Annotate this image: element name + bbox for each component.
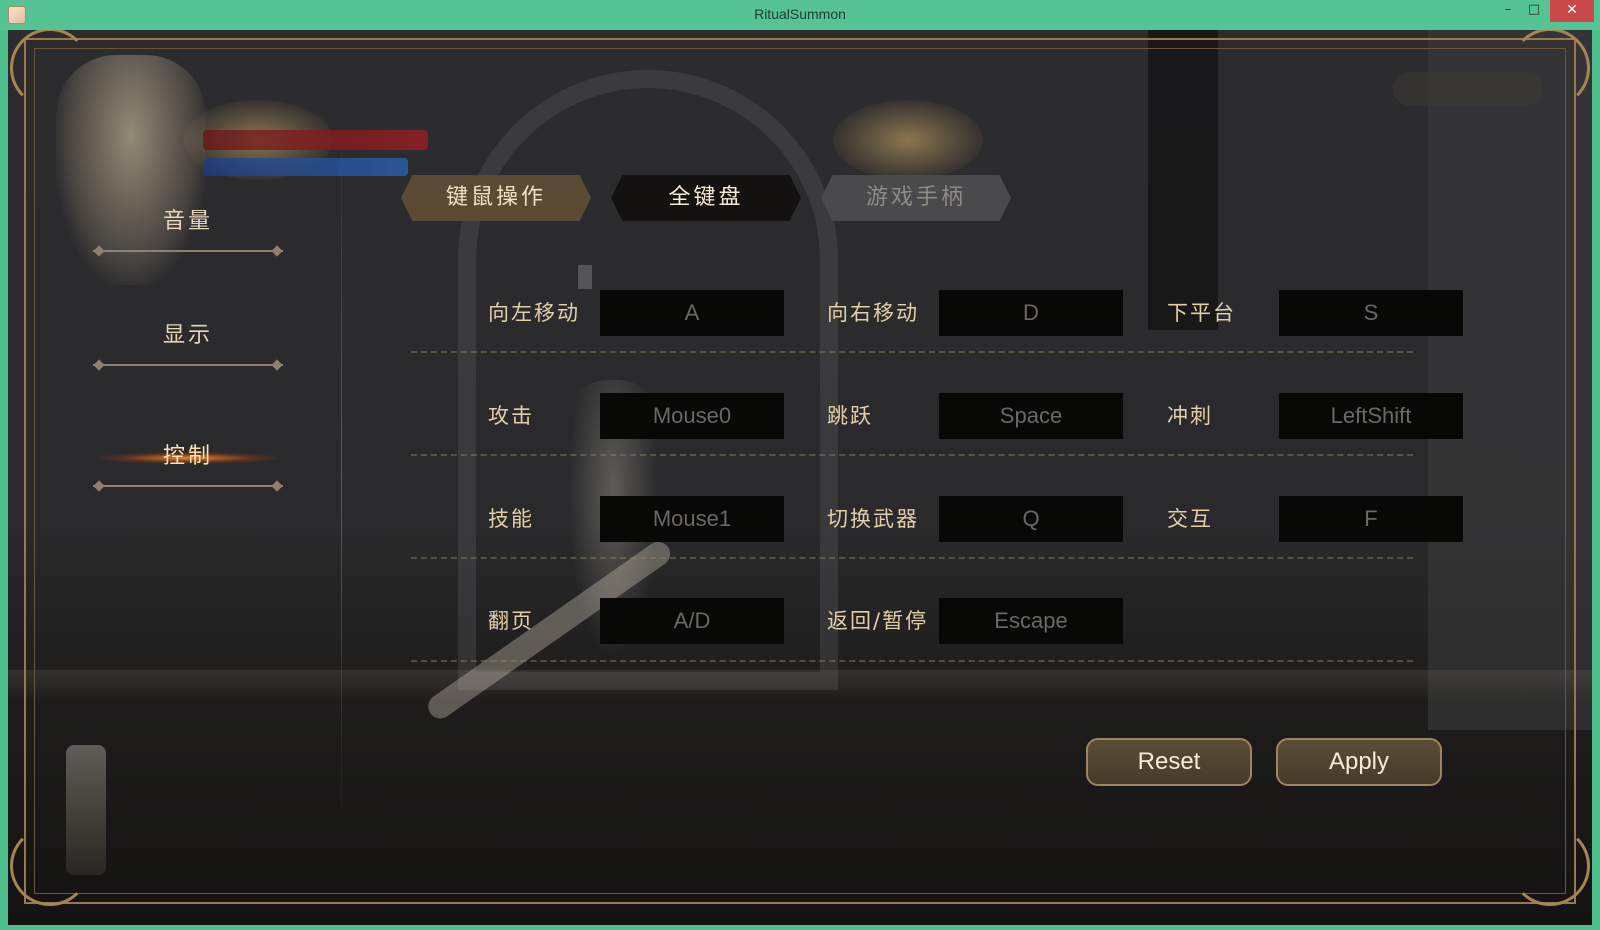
frame-corner-ornament bbox=[1510, 826, 1590, 906]
reset-button[interactable]: Reset bbox=[1086, 738, 1252, 786]
binding-label-attack: 攻击 bbox=[488, 404, 534, 428]
key-field-dash[interactable]: LeftShift bbox=[1279, 393, 1463, 439]
key-field-drop-platform[interactable]: S bbox=[1279, 290, 1463, 336]
menu-divider bbox=[341, 120, 342, 835]
binding-label-skill: 技能 bbox=[488, 507, 534, 531]
minimize-button[interactable]: – bbox=[1496, 0, 1520, 22]
key-field-jump[interactable]: Space bbox=[939, 393, 1123, 439]
apply-button[interactable]: Apply bbox=[1276, 738, 1442, 786]
binding-label-drop-platform: 下平台 bbox=[1167, 301, 1236, 325]
menu-item-display[interactable]: 显示 bbox=[93, 316, 283, 366]
menu-underline bbox=[93, 364, 283, 366]
tab-mouse-keyboard[interactable]: 键鼠操作 bbox=[401, 175, 591, 221]
maximize-button[interactable]: □ bbox=[1522, 0, 1546, 22]
row-divider bbox=[411, 351, 1413, 353]
binding-label-interact: 交互 bbox=[1167, 507, 1213, 531]
menu-item-controls[interactable]: 控制 bbox=[93, 437, 283, 487]
binding-label-move-left: 向左移动 bbox=[488, 301, 580, 325]
menu-underline bbox=[93, 485, 283, 487]
row-divider bbox=[411, 557, 1413, 559]
menu-item-label: 显示 bbox=[162, 323, 213, 348]
binding-label-dash: 冲刺 bbox=[1167, 404, 1213, 428]
key-field-skill[interactable]: Mouse1 bbox=[600, 496, 784, 542]
binding-label-move-right: 向右移动 bbox=[827, 301, 919, 325]
tab-full-keyboard[interactable]: 全键盘 bbox=[611, 175, 801, 221]
menu-item-label: 音量 bbox=[162, 209, 213, 234]
binding-label-jump: 跳跃 bbox=[827, 404, 873, 428]
key-field-interact[interactable]: F bbox=[1279, 496, 1463, 542]
row-divider bbox=[411, 660, 1413, 662]
binding-label-page-turn: 翻页 bbox=[488, 609, 534, 633]
key-field-move-right[interactable]: D bbox=[939, 290, 1123, 336]
key-field-attack[interactable]: Mouse0 bbox=[600, 393, 784, 439]
key-field-back-pause[interactable]: Escape bbox=[939, 598, 1123, 644]
frame-corner-ornament bbox=[10, 826, 90, 906]
window-title: RitualSummon bbox=[754, 6, 846, 22]
binding-label-switch-weapon: 切换武器 bbox=[827, 507, 919, 531]
window-titlebar: RitualSummon – □ ✕ bbox=[0, 0, 1600, 30]
binding-label-back-pause: 返回/暂停 bbox=[827, 609, 929, 633]
frame-corner-ornament bbox=[1510, 30, 1590, 108]
menu-item-volume[interactable]: 音量 bbox=[93, 202, 283, 252]
key-field-page-turn[interactable]: A/D bbox=[600, 598, 784, 644]
row-divider bbox=[411, 454, 1413, 456]
menu-underline bbox=[93, 250, 283, 252]
frame-corner-ornament bbox=[10, 30, 90, 108]
key-field-move-left[interactable]: A bbox=[600, 290, 784, 336]
close-button[interactable]: ✕ bbox=[1550, 0, 1594, 22]
key-field-switch-weapon[interactable]: Q bbox=[939, 496, 1123, 542]
game-viewport: 音量 显示 控制 键鼠操作 全键盘 游戏手柄 向左移动 A 向右移动 D 下平台… bbox=[8, 30, 1592, 925]
menu-item-label: 控制 bbox=[162, 444, 213, 469]
tab-gamepad[interactable]: 游戏手柄 bbox=[821, 175, 1011, 221]
